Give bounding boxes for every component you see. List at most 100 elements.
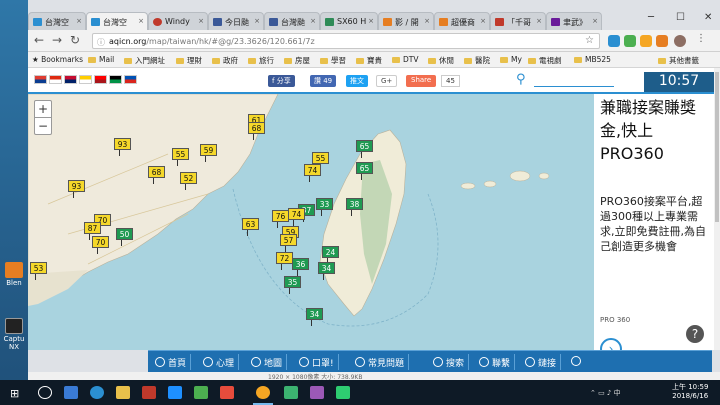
close-window-button[interactable]: ✕ xyxy=(704,12,712,23)
app-icon[interactable] xyxy=(194,386,208,399)
nav-contact[interactable]: 聯繫 xyxy=(476,354,516,370)
browser-tab[interactable]: SX60 H × xyxy=(320,12,378,30)
tab-close-icon[interactable]: × xyxy=(480,17,486,25)
nav-mask[interactable]: 口罩! xyxy=(296,354,339,370)
aqi-marker[interactable]: 59 xyxy=(200,144,217,162)
language-flag-icon[interactable] xyxy=(79,75,92,84)
search-icon[interactable]: ⚲ xyxy=(516,72,526,87)
aqi-marker[interactable]: 74 xyxy=(288,208,305,226)
aqi-marker[interactable]: 74 xyxy=(304,164,321,182)
aqi-marker[interactable]: 68 xyxy=(148,166,165,184)
page-scrollbar[interactable] xyxy=(714,68,720,350)
browser-tab[interactable]: 台灣颱 × xyxy=(264,12,320,30)
aqi-marker[interactable]: 65 xyxy=(356,162,373,180)
forward-button[interactable]: → xyxy=(52,33,62,47)
bookmark-item[interactable]: 醫院 xyxy=(464,55,490,66)
browser-tab[interactable]: Windy × xyxy=(148,12,208,30)
bookmark-item[interactable]: 房屋 xyxy=(284,55,310,66)
aqi-marker[interactable]: 93 xyxy=(114,138,131,156)
aqi-marker[interactable]: 70 xyxy=(92,236,109,254)
tab-close-icon[interactable]: × xyxy=(254,17,260,25)
browser-tab[interactable]: 台灣空 × xyxy=(28,12,86,30)
aqi-marker[interactable]: 53 xyxy=(30,262,47,280)
language-flag-icon[interactable] xyxy=(49,75,62,84)
nav-search[interactable]: 搜索 xyxy=(430,354,470,370)
bookmark-item[interactable]: MB525 xyxy=(574,55,611,64)
bookmark-item[interactable]: 政府 xyxy=(212,55,238,66)
desktop-icon[interactable]: Blen xyxy=(2,262,26,287)
aqi-marker[interactable]: 38 xyxy=(346,198,363,216)
bookmark-item[interactable]: 休閒 xyxy=(428,55,454,66)
aqi-marker[interactable]: 24 xyxy=(322,246,339,264)
facebook-like-button[interactable]: 讚 49 xyxy=(310,75,337,87)
aqi-marker[interactable]: 36 xyxy=(292,258,309,276)
profile-avatar[interactable] xyxy=(674,35,686,47)
nav-about[interactable]: 心理 xyxy=(200,354,240,370)
browser-tab[interactable]: 今日颱 × xyxy=(208,12,264,30)
info-icon[interactable]: ⓘ xyxy=(97,37,105,48)
search-icon[interactable] xyxy=(38,386,52,399)
aqi-marker[interactable]: 93 xyxy=(68,180,85,198)
aqi-marker[interactable]: 34 xyxy=(306,308,323,326)
dropbox-icon[interactable] xyxy=(168,386,182,399)
reload-button[interactable]: ↻ xyxy=(70,33,80,47)
help-icon[interactable]: ? xyxy=(686,325,704,343)
line-icon[interactable] xyxy=(336,386,350,399)
facebook-share-button[interactable]: f 分享 xyxy=(268,75,295,87)
bookmark-item[interactable]: ★ Bookmarks xyxy=(32,55,83,64)
task-view-icon[interactable] xyxy=(64,386,78,399)
aqi-marker[interactable]: 63 xyxy=(242,218,259,236)
browser-tab-active[interactable]: 台灣空 × xyxy=(86,12,148,30)
tab-close-icon[interactable]: × xyxy=(592,17,598,25)
chrome-icon[interactable] xyxy=(256,386,270,399)
nav-links[interactable]: 鏈接 xyxy=(522,354,562,370)
nav-home[interactable]: 首頁 xyxy=(152,354,192,370)
maximize-button[interactable]: ☐ xyxy=(676,12,685,23)
ad-body[interactable]: PRO360接案平台,超過300種以上專業需求,立即免費註冊,為自己創造更多機會 xyxy=(600,194,706,254)
language-flag-icon[interactable] xyxy=(124,75,137,84)
aqi-marker[interactable]: 52 xyxy=(180,172,197,190)
nav-faq[interactable]: 常見問題 xyxy=(352,354,410,370)
bookmark-item[interactable]: 旅行 xyxy=(248,55,274,66)
aqi-marker[interactable]: 33 xyxy=(316,198,333,216)
address-bar[interactable]: ⓘ aqicn.org/map/taiwan/hk/#@g/23.3626/12… xyxy=(92,33,600,49)
tab-close-icon[interactable]: × xyxy=(198,17,204,25)
aqi-marker[interactable]: 55 xyxy=(312,152,329,170)
zoom-out-button[interactable]: − xyxy=(35,118,51,134)
app-icon[interactable] xyxy=(310,386,324,399)
advertisement[interactable]: 兼職接案賺獎金,快上PRO360 PRO360接案平台,超過300種以上專業需求… xyxy=(594,94,714,360)
app-icon[interactable] xyxy=(284,386,298,399)
tab-close-icon[interactable]: × xyxy=(368,17,374,25)
tab-close-icon[interactable]: × xyxy=(138,17,144,25)
back-button[interactable]: ← xyxy=(34,33,44,47)
aqi-marker[interactable]: 35 xyxy=(284,276,301,294)
language-flag-icon[interactable] xyxy=(64,75,77,84)
ad-headline[interactable]: 兼職接案賺獎金,快上PRO360 xyxy=(600,96,706,165)
other-bookmarks[interactable]: 其他書籤 xyxy=(658,55,699,66)
nav-settings[interactable] xyxy=(568,354,588,370)
tweet-button[interactable]: 推文 xyxy=(346,75,368,87)
taskbar-clock[interactable]: 上午 10:59 2018/6/16 xyxy=(672,383,708,401)
nav-map[interactable]: 地圖 xyxy=(248,354,288,370)
file-explorer-icon[interactable] xyxy=(116,386,130,399)
browser-tab[interactable]: 「千哥 × xyxy=(490,12,546,30)
bookmark-item[interactable]: 寶貴 xyxy=(356,55,382,66)
bookmark-item[interactable]: 理財 xyxy=(176,55,202,66)
bookmark-item[interactable]: 電視劇 xyxy=(528,55,562,66)
bookmark-item[interactable]: My xyxy=(500,55,522,64)
tab-close-icon[interactable]: × xyxy=(310,17,316,25)
edge-icon[interactable] xyxy=(90,386,104,399)
aqi-marker[interactable]: 57 xyxy=(280,234,297,252)
bookmark-item[interactable]: 學習 xyxy=(320,55,346,66)
search-input[interactable] xyxy=(534,86,614,87)
aqi-marker[interactable]: 68 xyxy=(248,122,265,140)
google-plus-button[interactable]: G+ xyxy=(376,75,398,87)
bookmark-item[interactable]: Mail xyxy=(88,55,114,64)
zoom-in-button[interactable]: + xyxy=(35,101,51,118)
scrollbar-thumb[interactable] xyxy=(715,72,719,222)
aqi-map[interactable]: + − 61 68 93 55 59 93 68 52 70 87 50 70 53 65 65 55 74 38… xyxy=(28,94,594,350)
aqi-marker[interactable]: 55 xyxy=(172,148,189,166)
language-flag-icon[interactable] xyxy=(109,75,122,84)
extension-icon[interactable] xyxy=(640,35,652,47)
aqi-marker[interactable]: 34 xyxy=(318,262,335,280)
